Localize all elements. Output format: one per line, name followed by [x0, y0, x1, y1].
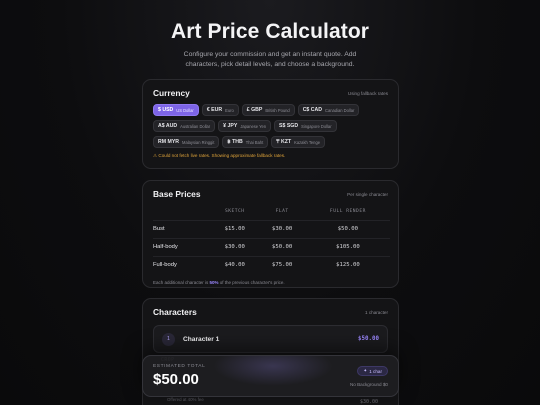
base-prices-note: Per single character	[347, 191, 388, 197]
currency-options: $ USD US Dollar € EUR Euro £ GBP British Po…	[143, 98, 398, 148]
price-cell: $125.00	[305, 256, 390, 274]
currency-code: € EUR	[206, 107, 223, 113]
price-cell: $75.00	[258, 256, 306, 274]
currency-option[interactable]: ¥ JPY Japanese Yen	[218, 120, 272, 132]
price-cell: $30.00	[211, 238, 259, 257]
characters-title: Characters	[153, 307, 197, 317]
column-header: FLAT	[275, 209, 289, 214]
price-cell: $30.00	[258, 220, 306, 239]
currency-code: £ GBP	[246, 107, 263, 113]
currency-title: Currency	[153, 88, 190, 98]
currency-option[interactable]: £ GBP British Pound	[241, 104, 295, 116]
price-cell: $50.00	[305, 220, 390, 239]
currency-name: Thai Baht	[245, 139, 264, 145]
table-row: Bust $15.00 $30.00 $50.00	[153, 220, 390, 239]
currency-code: ฿ THB	[227, 139, 243, 145]
currency-card: Currency Using fallback rates $ USD US Do…	[142, 79, 399, 169]
page: Art Price Calculator Configure your comm…	[0, 0, 540, 405]
price-cell: $15.00	[211, 220, 259, 239]
row-label: Half-body	[153, 238, 212, 257]
column-header: FULL RENDER	[329, 209, 366, 214]
total-glow	[213, 356, 333, 386]
pill-text: 1 char	[369, 368, 382, 374]
currency-name: Australian Dollar	[180, 123, 211, 129]
currency-option[interactable]: $ USD US Dollar	[153, 104, 199, 116]
pricing-footnote: Each additional character is 50% of the …	[143, 274, 398, 285]
currency-code: $ USD	[158, 107, 174, 113]
footnote-text: of the previous character's price.	[218, 280, 285, 285]
character-number-badge: 1	[162, 332, 175, 346]
currency-code: S$ SGD	[279, 123, 299, 129]
currency-option[interactable]: RM MYR Malaysian Ringgit	[153, 136, 220, 148]
currency-code: RM MYR	[158, 139, 180, 145]
currency-name: Japanese Yen	[240, 123, 267, 129]
obscured-text: Offered at 40% fee	[167, 397, 204, 402]
page-title: Art Price Calculator	[170, 20, 370, 43]
currency-name: US Dollar	[176, 107, 194, 113]
currency-code: A$ AUD	[158, 123, 178, 129]
row-label: Full-body	[153, 256, 212, 274]
currency-name: Kazakh Tenge	[294, 139, 320, 145]
currency-name: Canadian Dollar	[325, 107, 355, 113]
hero: Art Price Calculator Configure your comm…	[0, 0, 540, 70]
total-label: ESTIMATED TOTAL	[153, 364, 206, 369]
currency-option[interactable]: ₸ KZT Kazakh Tenge	[271, 136, 325, 148]
estimated-total-bar: ESTIMATED TOTAL $50.00 ✦ 1 char No Backgr…	[142, 355, 399, 397]
currency-option[interactable]: € EUR Euro	[201, 104, 239, 116]
obscured-price: $30.00	[359, 399, 378, 405]
currency-option[interactable]: ฿ THB Thai Baht	[222, 136, 269, 148]
currency-code: C$ CAD	[302, 107, 322, 113]
currency-code: ¥ JPY	[223, 123, 238, 129]
character-count-pill: ✦ 1 char	[357, 366, 388, 376]
currency-option[interactable]: S$ SGD Singapore Dollar	[274, 120, 337, 132]
character-row[interactable]: 1 Character 1 $50.00	[153, 325, 388, 353]
character-name: Character 1	[183, 335, 220, 343]
base-prices-title: Base Prices	[153, 189, 201, 199]
page-subtitle: Configure your commission and get an ins…	[183, 51, 357, 68]
background-note: No Background $0	[349, 382, 388, 387]
price-cell: $50.00	[258, 238, 306, 257]
price-cell: $40.00	[211, 256, 259, 274]
footnote-text: Each additional character is	[153, 280, 210, 285]
footnote-percent: 50%	[209, 280, 219, 285]
currency-rate-note: Using fallback rates	[347, 90, 388, 96]
row-label: Bust	[153, 220, 212, 239]
fallback-warning: ⚠ Could not fetch live rates. Showing ap…	[153, 153, 286, 158]
currency-name: British Pound	[265, 107, 290, 113]
price-table: SKETCH FLAT FULL RENDER Bust $15.00 $30.…	[153, 205, 390, 274]
base-prices-card: Base Prices Per single character SKETCH …	[142, 180, 399, 288]
currency-code: ₸ KZT	[276, 139, 292, 145]
total-value: $50.00	[153, 371, 199, 388]
price-cell: $105.00	[305, 238, 390, 257]
sparkle-icon: ✦	[363, 368, 368, 373]
currency-name: Malaysian Ringgit	[182, 139, 215, 145]
currency-name: Euro	[225, 107, 234, 113]
currency-option[interactable]: A$ AUD Australian Dollar	[153, 120, 216, 132]
characters-count: 1 character	[365, 309, 388, 315]
character-price: $50.00	[358, 336, 379, 342]
table-corner	[153, 205, 211, 221]
table-row: Full-body $40.00 $75.00 $125.00	[153, 256, 390, 274]
column-header: SKETCH	[224, 209, 245, 214]
table-row: Half-body $30.00 $50.00 $105.00	[153, 238, 390, 257]
currency-name: Singapore Dollar	[301, 123, 332, 129]
currency-option[interactable]: C$ CAD Canadian Dollar	[297, 104, 360, 116]
